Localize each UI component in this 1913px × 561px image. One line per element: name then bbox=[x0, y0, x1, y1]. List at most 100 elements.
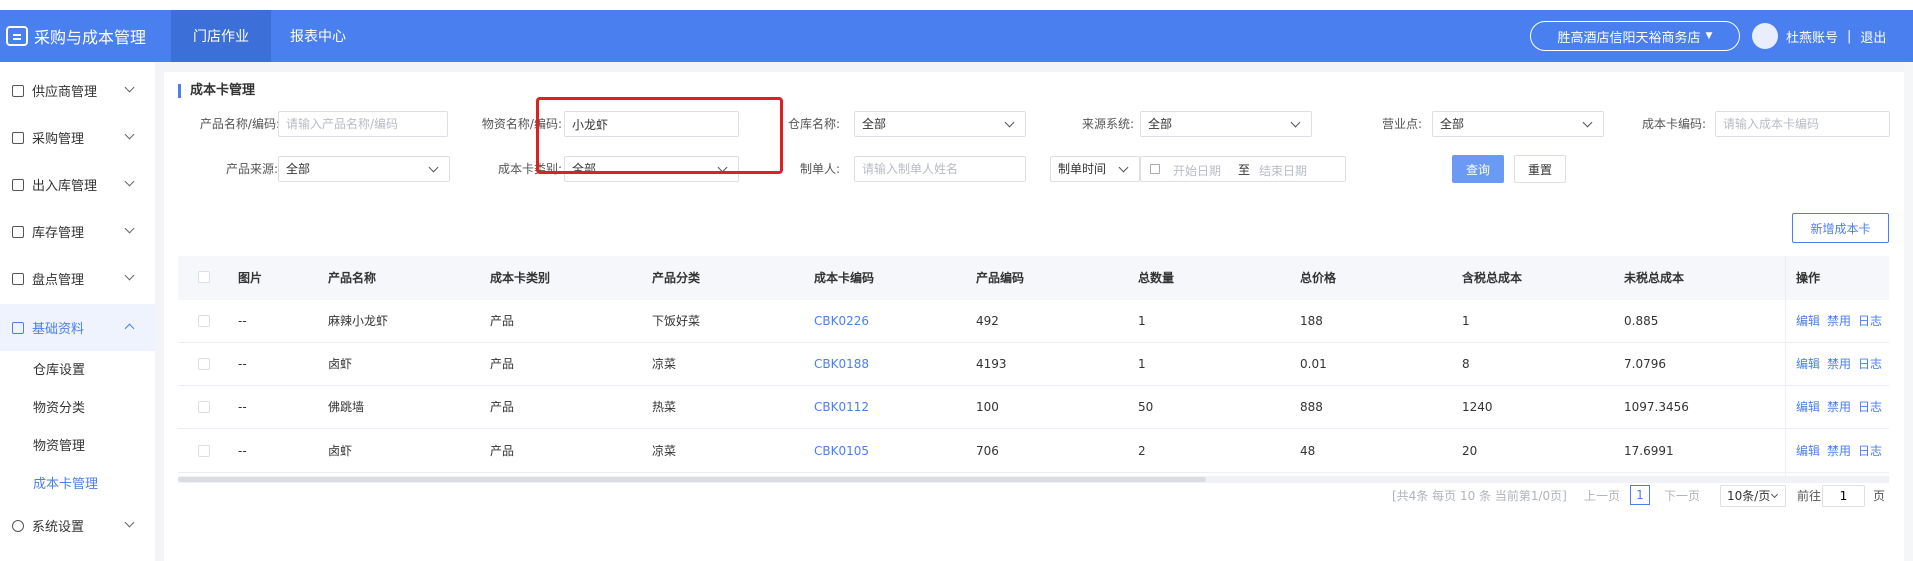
add-cost-card-button[interactable]: 新增成本卡 bbox=[1792, 213, 1889, 243]
user-name[interactable]: 杜燕账号 bbox=[1786, 27, 1838, 46]
prev-page-button[interactable]: 上一页 bbox=[1584, 485, 1620, 507]
page-vertical-scrollbar[interactable] bbox=[1904, 62, 1913, 561]
cell-category: 下饭好菜 bbox=[652, 314, 701, 328]
chevron-down-icon bbox=[124, 176, 135, 187]
cell-product-code: 706 bbox=[976, 444, 999, 458]
date-end[interactable]: 结束日期 bbox=[1259, 162, 1307, 179]
cell-image: -- bbox=[238, 400, 247, 414]
store-selector[interactable]: 胜高酒店信阳天裕商务店 ▼ bbox=[1530, 21, 1740, 51]
business-point-label: 营业点: bbox=[1381, 117, 1422, 131]
cell-card-code-link[interactable]: CBK0226 bbox=[814, 300, 869, 343]
logout-link[interactable]: 退出 bbox=[1860, 27, 1886, 46]
cell-price: 188 bbox=[1300, 314, 1323, 328]
cell-product: 卤虾 bbox=[328, 444, 353, 458]
column-header: 总价格 bbox=[1300, 271, 1337, 285]
product-source-select[interactable]: 全部 bbox=[278, 156, 450, 182]
sidebar-item-inventory[interactable]: 库存管理 bbox=[0, 208, 155, 255]
sidebar-item-stocktake[interactable]: 盘点管理 bbox=[0, 255, 155, 302]
cell-tax-cost: 1 bbox=[1462, 314, 1470, 328]
cell-card-code-link[interactable]: CBK0105 bbox=[814, 430, 869, 473]
cell-card-code-link[interactable]: CBK0188 bbox=[814, 343, 869, 386]
column-header: 总数量 bbox=[1138, 271, 1175, 285]
top-strip bbox=[0, 0, 1913, 10]
row-checkbox[interactable] bbox=[198, 358, 210, 370]
page-title: 成本卡管理 bbox=[178, 84, 255, 98]
chevron-down-icon bbox=[1118, 162, 1129, 173]
business-point-value: 全部 bbox=[1440, 117, 1465, 131]
date-range-picker[interactable]: 开始日期 至 结束日期 bbox=[1140, 156, 1346, 182]
sidebar-item-supplier[interactable]: 供应商管理 bbox=[0, 67, 155, 114]
sidebar: 供应商管理 采购管理 出入库管理 库存管理 盘点管理 基础资料 仓库设置 物资分… bbox=[0, 62, 155, 561]
sidebar-item-label: 采购管理 bbox=[32, 132, 85, 147]
reset-button[interactable]: 重置 bbox=[1514, 155, 1566, 183]
supplier-icon bbox=[12, 84, 24, 97]
cell-qty: 1 bbox=[1138, 314, 1146, 328]
cell-tax-cost: 1240 bbox=[1462, 400, 1493, 414]
chevron-down-icon bbox=[124, 270, 135, 281]
page-size-select[interactable]: 10条/页 bbox=[1720, 485, 1786, 507]
sidebar-subitem-material-management[interactable]: 物资管理 bbox=[0, 425, 155, 463]
chevron-down-icon bbox=[1004, 117, 1015, 128]
product-source-value: 全部 bbox=[286, 162, 311, 176]
sidebar-subitem-material-category[interactable]: 物资分类 bbox=[0, 387, 155, 425]
chevron-down-icon bbox=[1770, 490, 1779, 499]
source-system-select[interactable]: 全部 bbox=[1140, 111, 1312, 137]
query-button[interactable]: 查询 bbox=[1452, 155, 1504, 183]
sidebar-item-system-settings[interactable]: 系统设置 bbox=[0, 502, 155, 549]
gear-icon bbox=[12, 519, 24, 532]
cell-price: 48 bbox=[1300, 444, 1316, 458]
creator-input[interactable] bbox=[854, 156, 1026, 182]
cell-product: 佛跳墙 bbox=[328, 400, 365, 414]
page-size-value: 10条/页 bbox=[1727, 489, 1771, 503]
goto-page-input[interactable] bbox=[1822, 485, 1865, 507]
time-type-select[interactable]: 制单时间 bbox=[1050, 156, 1140, 182]
card-code-input[interactable] bbox=[1715, 111, 1890, 137]
table-row: -- 佛跳墙 产品 热菜 CBK0112 100 50 888 1240 109… bbox=[178, 386, 1889, 429]
sidebar-subitem-cost-card[interactable]: 成本卡管理 bbox=[0, 463, 155, 501]
sidebar-item-purchase[interactable]: 采购管理 bbox=[0, 114, 155, 161]
cell-card-code-link[interactable]: CBK0112 bbox=[814, 386, 869, 429]
product-filter-input[interactable] bbox=[278, 111, 448, 137]
cell-qty: 1 bbox=[1138, 357, 1146, 371]
top-bar: 采购与成本管理 门店作业 报表中心 胜高酒店信阳天裕商务店 ▼ 杜燕账号 | 退… bbox=[0, 10, 1913, 62]
sidebar-item-label: 出入库管理 bbox=[32, 179, 98, 194]
next-page-button[interactable]: 下一页 bbox=[1664, 485, 1700, 507]
scrollbar-thumb[interactable] bbox=[178, 477, 1206, 482]
row-checkbox[interactable] bbox=[198, 401, 210, 413]
sidebar-subitem-warehouse-settings[interactable]: 仓库设置 bbox=[0, 349, 155, 387]
warehouse-select-value: 全部 bbox=[862, 117, 887, 131]
fixed-ops-column bbox=[1785, 256, 1889, 476]
tab-report-center[interactable]: 报表中心 bbox=[271, 10, 365, 62]
column-header: 产品名称 bbox=[328, 271, 377, 285]
user-area: 杜燕账号 | 退出 bbox=[1786, 10, 1886, 62]
avatar[interactable] bbox=[1752, 23, 1778, 49]
cell-category: 凉菜 bbox=[652, 444, 677, 458]
row-checkbox[interactable] bbox=[198, 445, 210, 457]
cell-product-code: 4193 bbox=[976, 357, 1007, 371]
row-checkbox[interactable] bbox=[198, 315, 210, 327]
app-logo[interactable]: 采购与成本管理 bbox=[0, 10, 155, 62]
cell-category: 凉菜 bbox=[652, 357, 677, 371]
cell-untax-cost: 1097.3456 bbox=[1624, 400, 1689, 414]
cell-price: 0.01 bbox=[1300, 357, 1327, 371]
current-page[interactable]: 1 bbox=[1630, 485, 1650, 505]
warehouse-select[interactable]: 全部 bbox=[854, 111, 1026, 137]
cell-card-type: 产品 bbox=[490, 444, 515, 458]
business-point-select[interactable]: 全部 bbox=[1432, 111, 1604, 137]
chevron-up-icon bbox=[124, 323, 135, 334]
sidebar-item-inout[interactable]: 出入库管理 bbox=[0, 161, 155, 208]
sidebar-item-basic-data[interactable]: 基础资料 bbox=[0, 304, 155, 351]
inventory-icon bbox=[12, 225, 24, 238]
sidebar-item-label: 系统设置 bbox=[32, 520, 85, 535]
date-start[interactable]: 开始日期 bbox=[1173, 162, 1221, 179]
column-header: 成本卡类别 bbox=[490, 271, 551, 285]
select-all-checkbox[interactable] bbox=[198, 271, 210, 283]
goto-label: 前往 bbox=[1797, 489, 1822, 503]
cell-image: -- bbox=[238, 314, 247, 328]
table-horizontal-scrollbar[interactable] bbox=[178, 476, 1889, 483]
time-type-value: 制单时间 bbox=[1058, 162, 1107, 176]
cell-card-type: 产品 bbox=[490, 400, 515, 414]
tab-store-operations[interactable]: 门店作业 bbox=[171, 10, 271, 62]
cell-product: 麻辣小龙虾 bbox=[328, 314, 389, 328]
cell-qty: 50 bbox=[1138, 400, 1154, 414]
